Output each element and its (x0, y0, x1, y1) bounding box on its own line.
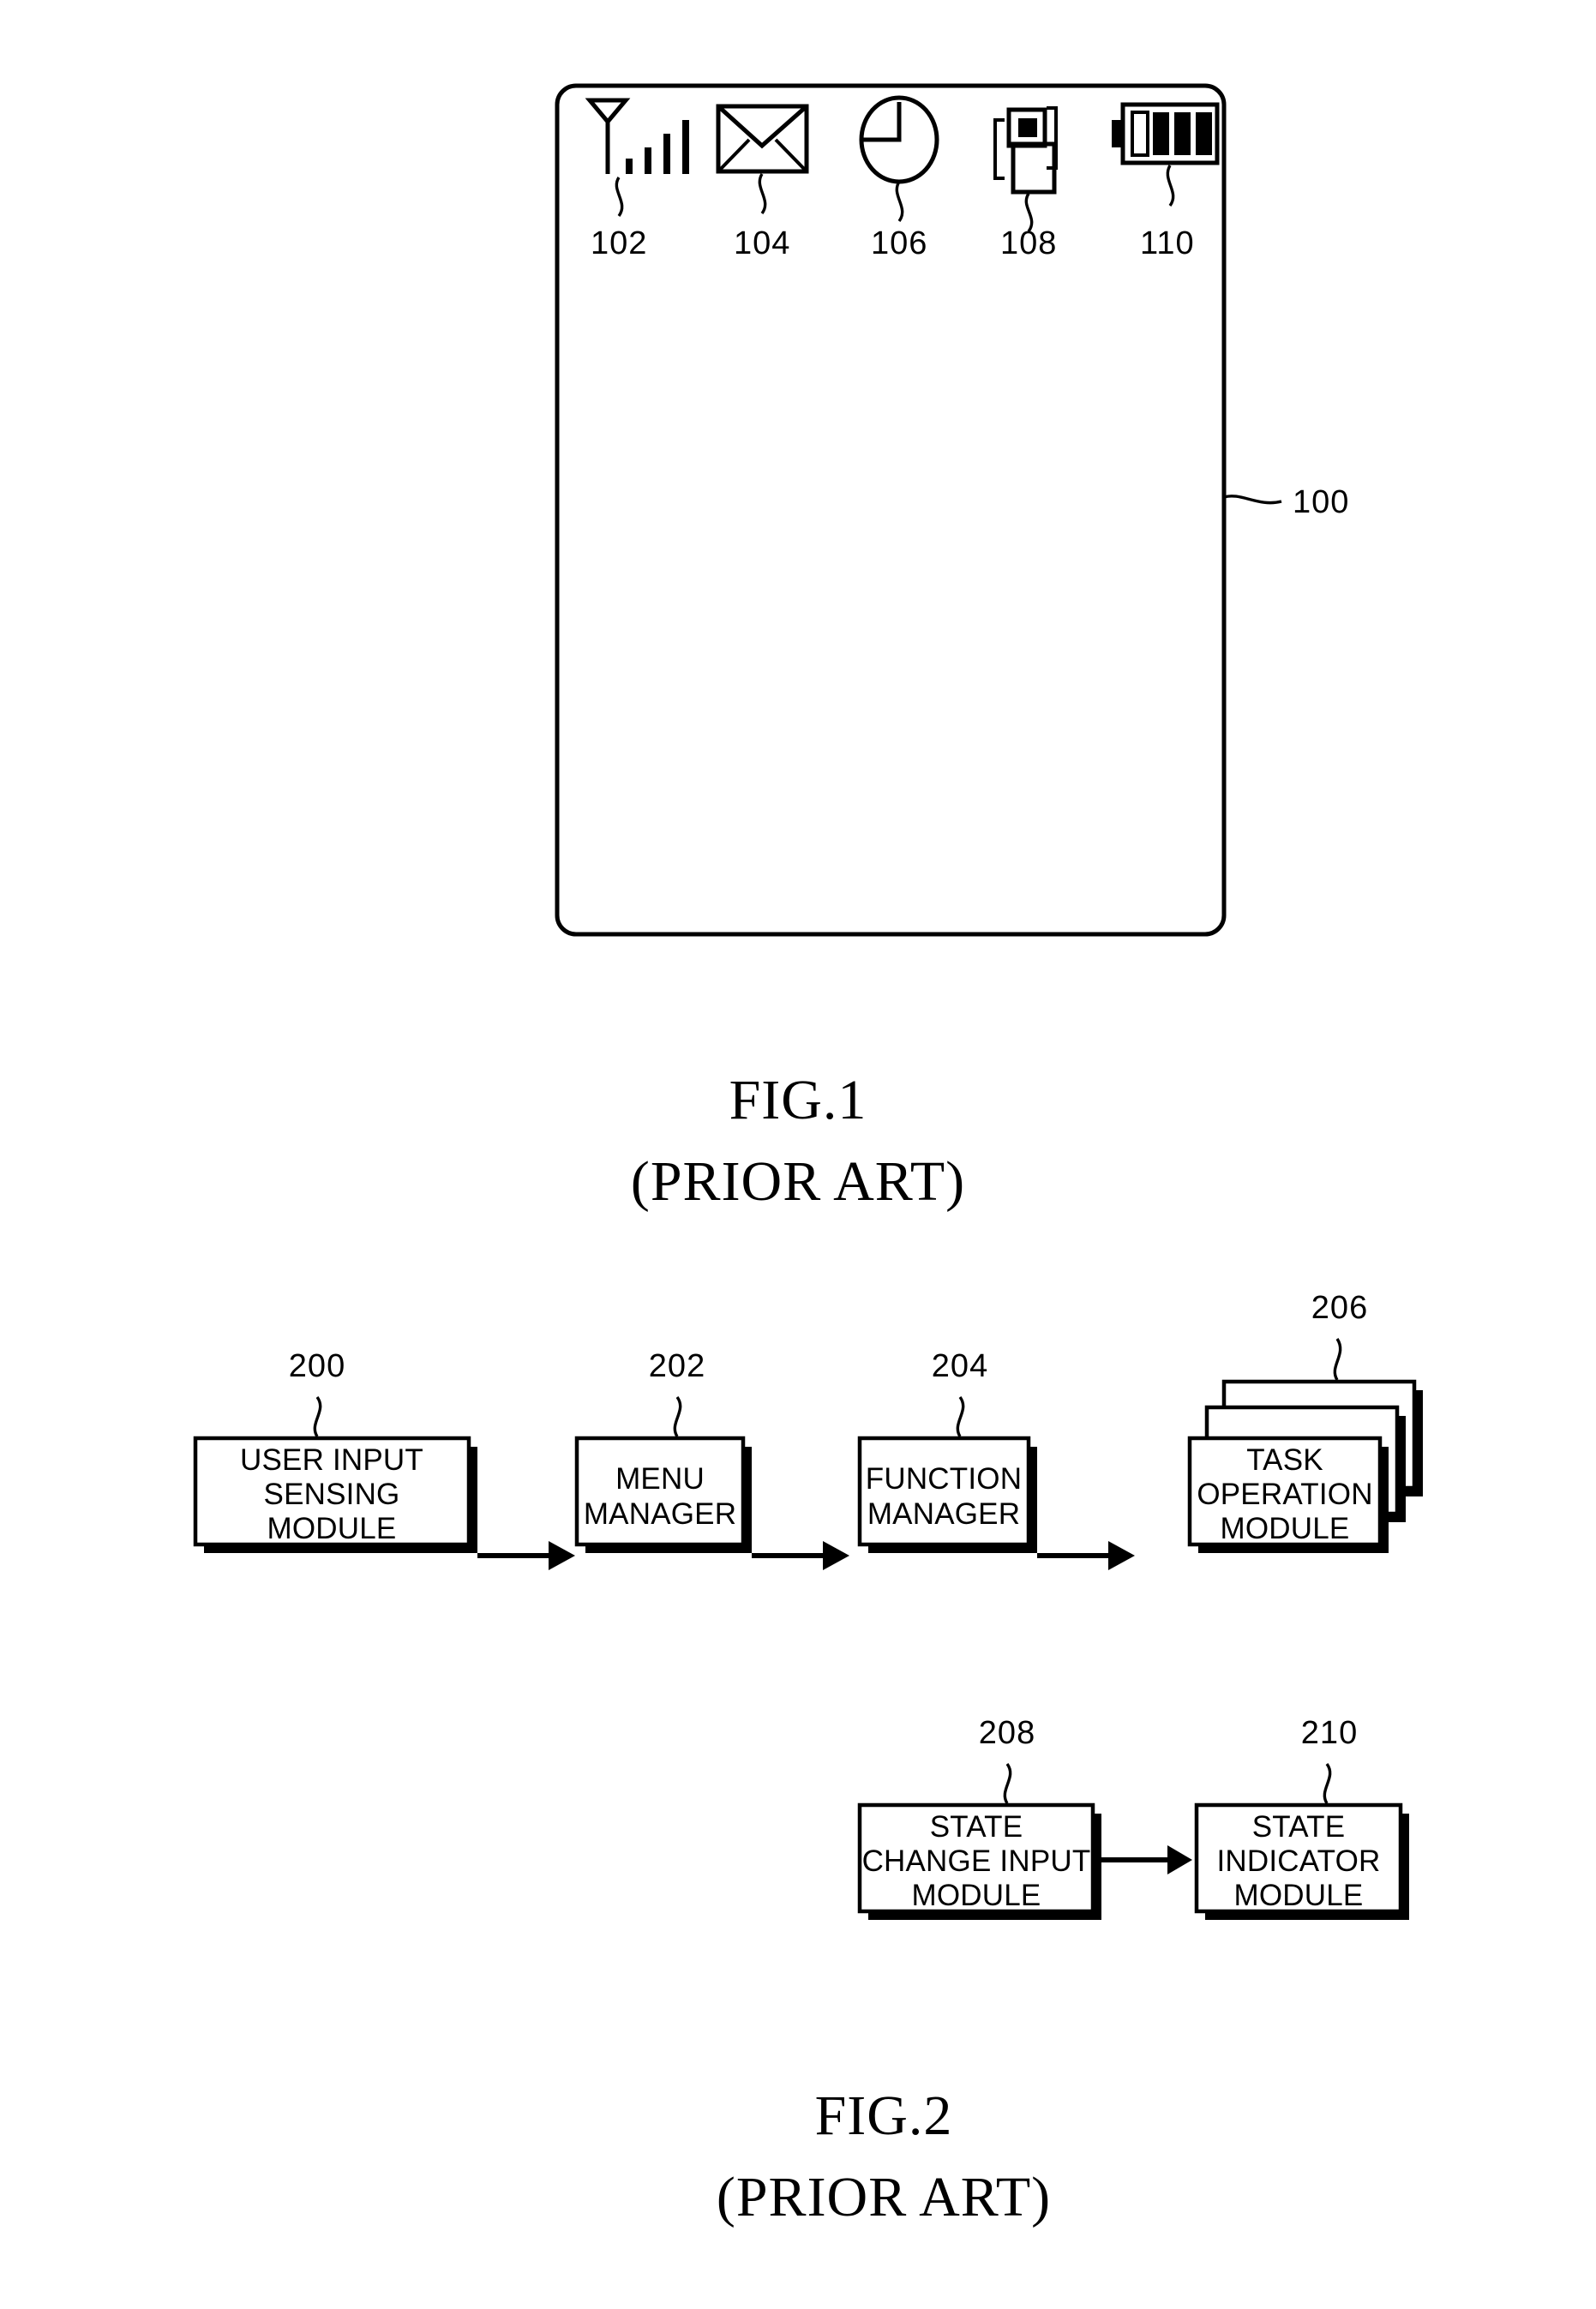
patent-drawing-sheet: 100 102 104 106 108 110 FIG.1 (PRIOR ART… (0, 0, 1596, 2309)
ref-206-label: 206 (1311, 1290, 1368, 1326)
vibration-left-bracket (993, 118, 1005, 180)
ref-100-label: 100 (1293, 484, 1349, 520)
block-210: STATE INDICATOR MODULE (1194, 1802, 1409, 1920)
ref-104-leader-line (758, 173, 767, 215)
arrow-208-head (1167, 1845, 1192, 1874)
block-200-line-3: MODULE (267, 1512, 397, 1545)
battery-icon (1112, 102, 1220, 165)
block-200: USER INPUT SENSING MODULE (193, 1436, 477, 1553)
arrow-200-head (549, 1541, 575, 1570)
ref-204-leader-line (956, 1395, 965, 1437)
figure-2-subcaption: (PRIOR ART) (717, 2166, 1051, 2228)
ref-200-label: 200 (289, 1348, 345, 1384)
battery-cell-filled-2 (1174, 112, 1191, 155)
clock-hands (863, 102, 902, 142)
block-210-line-3: MODULE (1234, 1879, 1364, 1912)
figure-1-caption: FIG.1 (729, 1069, 867, 1131)
figure-1-subcaption: (PRIOR ART) (631, 1150, 965, 1213)
block-210-line-1: STATE (1252, 1810, 1346, 1844)
block-208-line-2: CHANGE INPUT (862, 1844, 1091, 1878)
ref-208-label: 208 (979, 1715, 1035, 1751)
ref-100-leader-line (1223, 495, 1282, 505)
battery-terminal (1112, 120, 1125, 147)
ref-206-leader-line (1333, 1338, 1342, 1381)
block-202: MENU MANAGER (574, 1436, 752, 1553)
arrow-208-to-210 (1101, 1845, 1192, 1874)
message-envelope-icon (716, 104, 809, 174)
battery-cell-filled-1 (1153, 112, 1169, 155)
vibration-screen-fill (1018, 118, 1037, 137)
mobile-terminal-outline (555, 83, 1227, 937)
block-200-line-2: SENSING (264, 1478, 400, 1511)
ref-102-label: 102 (591, 225, 647, 261)
ref-106-label: 106 (871, 225, 927, 261)
signal-strength-icon (585, 98, 689, 174)
arrow-204-head (1108, 1541, 1135, 1570)
block-204: FUNCTION MANAGER (857, 1436, 1037, 1553)
block-206-line-2: OPERATION (1197, 1478, 1372, 1511)
block-204-line-2: MANAGER (867, 1497, 1020, 1531)
ref-106-leader-line (895, 181, 904, 223)
figure-2-caption: FIG.2 (815, 2084, 953, 2147)
block-206-line-1: TASK (1246, 1443, 1323, 1477)
block-204-line-1: FUNCTION (866, 1462, 1022, 1496)
block-206-line-3: MODULE (1221, 1512, 1350, 1545)
ref-104-label: 104 (734, 225, 790, 261)
block-208: STATE CHANGE INPUT MODULE (857, 1802, 1101, 1920)
figure-1-group: 100 102 104 106 108 110 FIG.1 (PRIOR ART… (555, 83, 1349, 1213)
ref-208-leader-line (1003, 1762, 1012, 1804)
arrow-202-head (823, 1541, 849, 1570)
ref-102-leader-line (615, 177, 624, 218)
block-200-line-1: USER INPUT (240, 1443, 423, 1477)
arrow-202-to-204 (752, 1541, 849, 1570)
arrow-200-to-202 (477, 1541, 575, 1570)
ref-202-label: 202 (649, 1348, 705, 1384)
ref-210-leader-line (1323, 1762, 1332, 1804)
block-202-line-1: MENU (615, 1462, 705, 1496)
battery-cell-filled-3 (1196, 112, 1212, 155)
arrow-204-to-206 (1037, 1541, 1135, 1570)
ref-110-label: 110 (1140, 225, 1195, 261)
block-202-line-2: MANAGER (584, 1497, 736, 1531)
ref-200-leader-line (313, 1395, 322, 1437)
ref-210-label: 210 (1301, 1715, 1358, 1751)
envelope-flap (717, 105, 808, 149)
vibration-mode-icon (993, 106, 1058, 195)
ref-204-label: 204 (932, 1348, 988, 1384)
block-208-line-3: MODULE (912, 1879, 1041, 1912)
figure-2-group: USER INPUT SENSING MODULE 200 MENU MANAG… (193, 1290, 1423, 2228)
alarm-clock-icon (859, 95, 939, 184)
ref-108-label: 108 (1000, 225, 1057, 261)
antenna-head-shape (585, 98, 631, 125)
ref-110-leader-line (1166, 165, 1175, 207)
block-208-line-1: STATE (930, 1810, 1023, 1844)
block-210-line-2: INDICATOR (1216, 1844, 1380, 1878)
block-206-stack: TASK OPERATION MODULE (1187, 1379, 1423, 1553)
ref-202-leader-line (673, 1395, 682, 1437)
drawing-canvas: 100 102 104 106 108 110 FIG.1 (PRIOR ART… (193, 83, 1423, 2228)
battery-cell-empty (1131, 111, 1149, 157)
